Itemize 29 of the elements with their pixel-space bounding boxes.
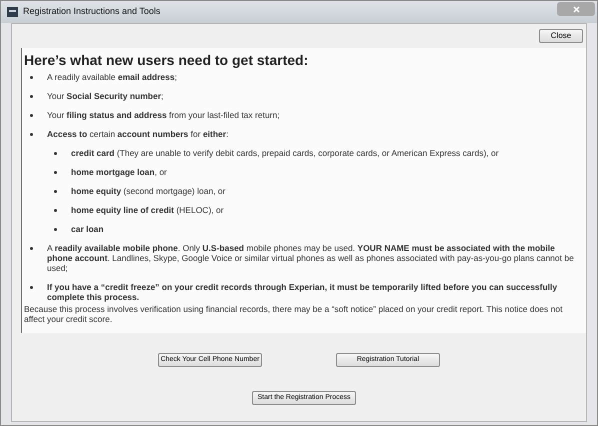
note-paragraph: Because this process involves verification using financial records, there may be a “soft notice” placed on your credit report. This notice does not affect your credit score. — [24, 304, 564, 324]
bullet-icon — [30, 133, 33, 136]
window-title: Registration Instructions and Tools — [23, 5, 160, 18]
heading: Here’s what new users need to get started: — [24, 51, 310, 69]
bullet-icon — [30, 114, 33, 117]
close-icon — [572, 6, 580, 12]
bullet-icon — [30, 76, 33, 79]
bullet-icon — [30, 95, 33, 98]
list-item-text: If you have a “credit freeze” on your credit records through Experian, it must be temporarily lifted before you can successfully complete this process. — [47, 282, 558, 302]
bullet-icon — [30, 247, 33, 250]
bullet-icon — [54, 228, 57, 231]
close-window-button[interactable] — [557, 2, 595, 16]
list-item-text: A readily available email address; — [47, 72, 178, 82]
app-icon — [7, 7, 18, 17]
list-item-text: home mortgage loan, or — [71, 167, 168, 177]
list-item-text: A readily available mobile phone. Only U.S-based mobile phones may be used. YOUR NAME must be associated with the mobile phone account. Landlines, Skype, Google Voice or similar virtual phones as well as phones associated with pay-as-you-go plans cannot be used; — [47, 243, 575, 273]
list-item-text: home equity line of credit (HELOC), or — [71, 205, 225, 215]
list-item-text: Your Social Security number; — [47, 91, 164, 101]
list-item-text: home equity (second mortgage) loan, or — [71, 186, 226, 196]
list-item-text: credit card (They are unable to verify debit cards, prepaid cards, corporate cards, or American Express cards), or — [71, 148, 500, 158]
close-button[interactable]: Close — [539, 29, 583, 43]
bullet-icon — [30, 286, 33, 289]
list-item-text: Your filing status and address from your last-filed tax return; — [47, 110, 281, 120]
bullet-icon — [54, 190, 57, 193]
bullet-icon — [54, 171, 57, 174]
list-item-text: car loan — [71, 224, 105, 234]
bullet-icon — [54, 152, 57, 155]
bullet-icon — [54, 209, 57, 212]
list-item-text: Access to certain account numbers for either: — [47, 129, 230, 139]
